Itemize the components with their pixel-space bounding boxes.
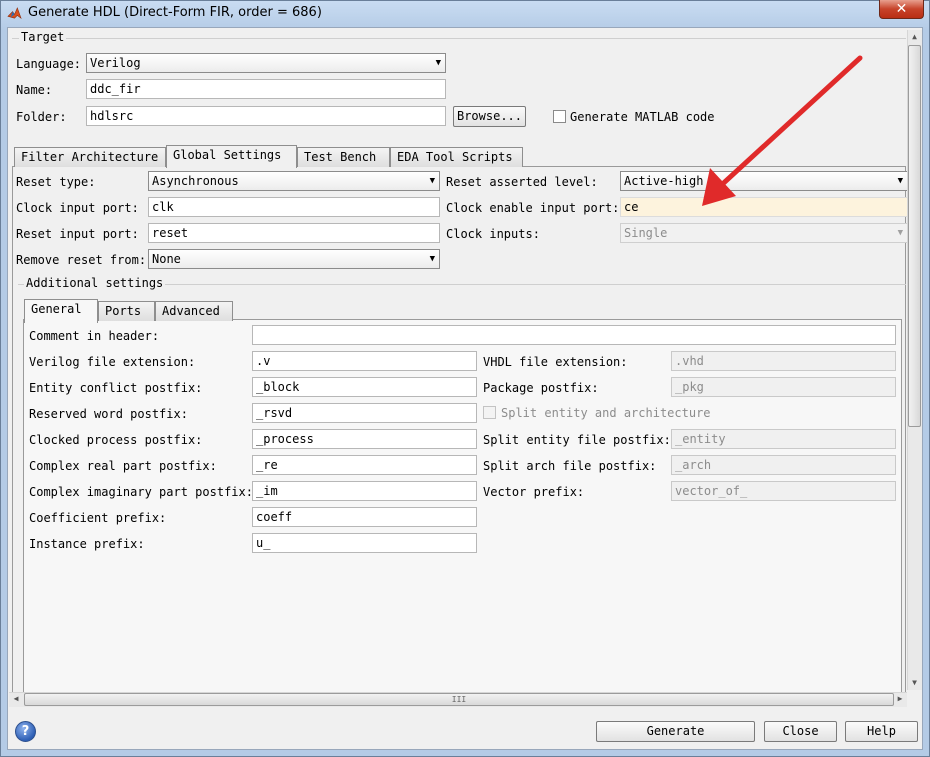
minimize-button[interactable] — [828, 0, 855, 19]
target-group-label: Target — [19, 30, 67, 44]
reserved-word-field[interactable]: _rsvd — [252, 403, 477, 423]
clock-inputs-value: Single — [624, 226, 668, 240]
tab-filter-architecture[interactable]: Filter Architecture — [14, 147, 166, 167]
clock-input-label: Clock input port: — [16, 201, 139, 215]
scroll-grip: III — [451, 695, 467, 704]
clock-enable-label: Clock enable input port: — [446, 201, 620, 215]
verilog-ext-field[interactable]: .v — [252, 351, 477, 371]
tab-global-settings[interactable]: Global Settings — [166, 145, 297, 168]
reset-asserted-label: Reset asserted level: — [446, 175, 598, 189]
remove-reset-value: None — [152, 252, 181, 266]
complex-real-field[interactable]: _re — [252, 455, 477, 475]
clocked-process-label: Clocked process postfix: — [29, 433, 203, 447]
vertical-scroll-thumb[interactable] — [908, 45, 921, 427]
generate-matlab-checkbox[interactable] — [553, 110, 566, 123]
scroll-down-arrow-icon[interactable]: ▼ — [907, 677, 922, 689]
additional-settings-label: Additional settings — [24, 276, 166, 290]
name-input[interactable]: ddc_fir — [86, 79, 446, 99]
window-title: Generate HDL (Direct-Form FIR, order = 6… — [28, 5, 322, 20]
vector-prefix-field: vector_of_ — [671, 481, 896, 501]
chevron-down-icon: ▼ — [897, 228, 903, 238]
maximize-button[interactable] — [854, 0, 880, 19]
help-button[interactable]: Help — [845, 721, 918, 742]
entity-conflict-label: Entity conflict postfix: — [29, 381, 203, 395]
language-label: Language: — [16, 57, 82, 71]
complex-imag-field[interactable]: _im — [252, 481, 477, 501]
split-entity-file-field: _entity — [671, 429, 896, 449]
package-postfix-field: _pkg — [671, 377, 896, 397]
clock-inputs-label: Clock inputs: — [446, 227, 540, 241]
close-icon: ✕ — [895, 1, 908, 17]
reset-type-label: Reset type: — [16, 175, 96, 189]
coefficient-prefix-label: Coefficient prefix: — [29, 511, 167, 525]
clock-input-field[interactable]: clk — [148, 197, 440, 217]
scroll-up-arrow-icon[interactable]: ▲ — [907, 31, 922, 43]
language-value: Verilog — [90, 56, 141, 70]
browse-button[interactable]: Browse... — [453, 106, 526, 127]
package-postfix-label: Package postfix: — [483, 381, 599, 395]
verilog-ext-label: Verilog file extension: — [29, 355, 196, 369]
split-entity-file-label: Split entity file postfix: — [483, 433, 671, 447]
subtab-ports[interactable]: Ports — [98, 301, 155, 321]
folder-input[interactable]: hdlsrc — [86, 106, 446, 126]
matlab-logo-icon — [7, 7, 22, 19]
reset-type-select[interactable]: Asynchronous ▼ — [148, 171, 440, 191]
window-close-button[interactable]: ✕ — [879, 0, 924, 19]
reset-type-value: Asynchronous — [152, 174, 239, 188]
name-label: Name: — [16, 83, 53, 97]
annotation-arrow — [702, 55, 863, 206]
split-entity-arch-label: Split entity and architecture — [501, 406, 711, 420]
split-entity-arch-checkbox — [483, 406, 496, 419]
chevron-down-icon: ▼ — [897, 176, 903, 186]
folder-label: Folder: — [16, 110, 67, 124]
general-subtab-panel — [23, 319, 902, 693]
reserved-word-label: Reserved word postfix: — [29, 407, 188, 421]
tab-test-bench[interactable]: Test Bench — [297, 147, 390, 167]
title-bar[interactable]: Generate HDL (Direct-Form FIR, order = 6… — [0, 0, 930, 27]
language-select[interactable]: Verilog ▼ — [86, 53, 446, 73]
close-button[interactable]: Close — [764, 721, 837, 742]
vhdl-ext-label: VHDL file extension: — [483, 355, 628, 369]
coefficient-prefix-field[interactable]: coeff — [252, 507, 477, 527]
chevron-down-icon: ▼ — [429, 176, 435, 186]
instance-prefix-field[interactable]: u_ — [252, 533, 477, 553]
reset-input-label: Reset input port: — [16, 227, 139, 241]
vector-prefix-label: Vector prefix: — [483, 485, 585, 499]
chevron-down-icon: ▼ — [435, 58, 441, 68]
remove-reset-select[interactable]: None ▼ — [148, 249, 440, 269]
complex-real-label: Complex real part postfix: — [29, 459, 217, 473]
horizontal-scroll-thumb[interactable]: III — [24, 693, 894, 706]
reset-input-field[interactable]: reset — [148, 223, 440, 243]
comment-header-field[interactable] — [252, 325, 896, 345]
entity-conflict-field[interactable]: _block — [252, 377, 477, 397]
comment-header-label: Comment in header: — [29, 329, 160, 343]
split-arch-field: _arch — [671, 455, 896, 475]
help-question-icon[interactable]: ? — [15, 721, 36, 742]
complex-imag-label: Complex imaginary part postfix: — [29, 485, 253, 499]
tab-eda-tool-scripts[interactable]: EDA Tool Scripts — [390, 147, 523, 167]
vhdl-ext-field: .vhd — [671, 351, 896, 371]
instance-prefix-label: Instance prefix: — [29, 537, 145, 551]
split-arch-label: Split arch file postfix: — [483, 459, 657, 473]
subtab-general[interactable]: General — [24, 299, 98, 323]
scroll-left-arrow-icon[interactable]: ◀ — [10, 693, 22, 706]
generate-button[interactable]: Generate — [596, 721, 755, 742]
subtab-advanced[interactable]: Advanced — [155, 301, 233, 321]
remove-reset-label: Remove reset from: — [16, 253, 147, 267]
clock-inputs-select: Single ▼ — [620, 223, 908, 243]
chevron-down-icon: ▼ — [429, 254, 435, 264]
scroll-right-arrow-icon[interactable]: ▶ — [894, 693, 906, 706]
clocked-process-field[interactable]: _process — [252, 429, 477, 449]
